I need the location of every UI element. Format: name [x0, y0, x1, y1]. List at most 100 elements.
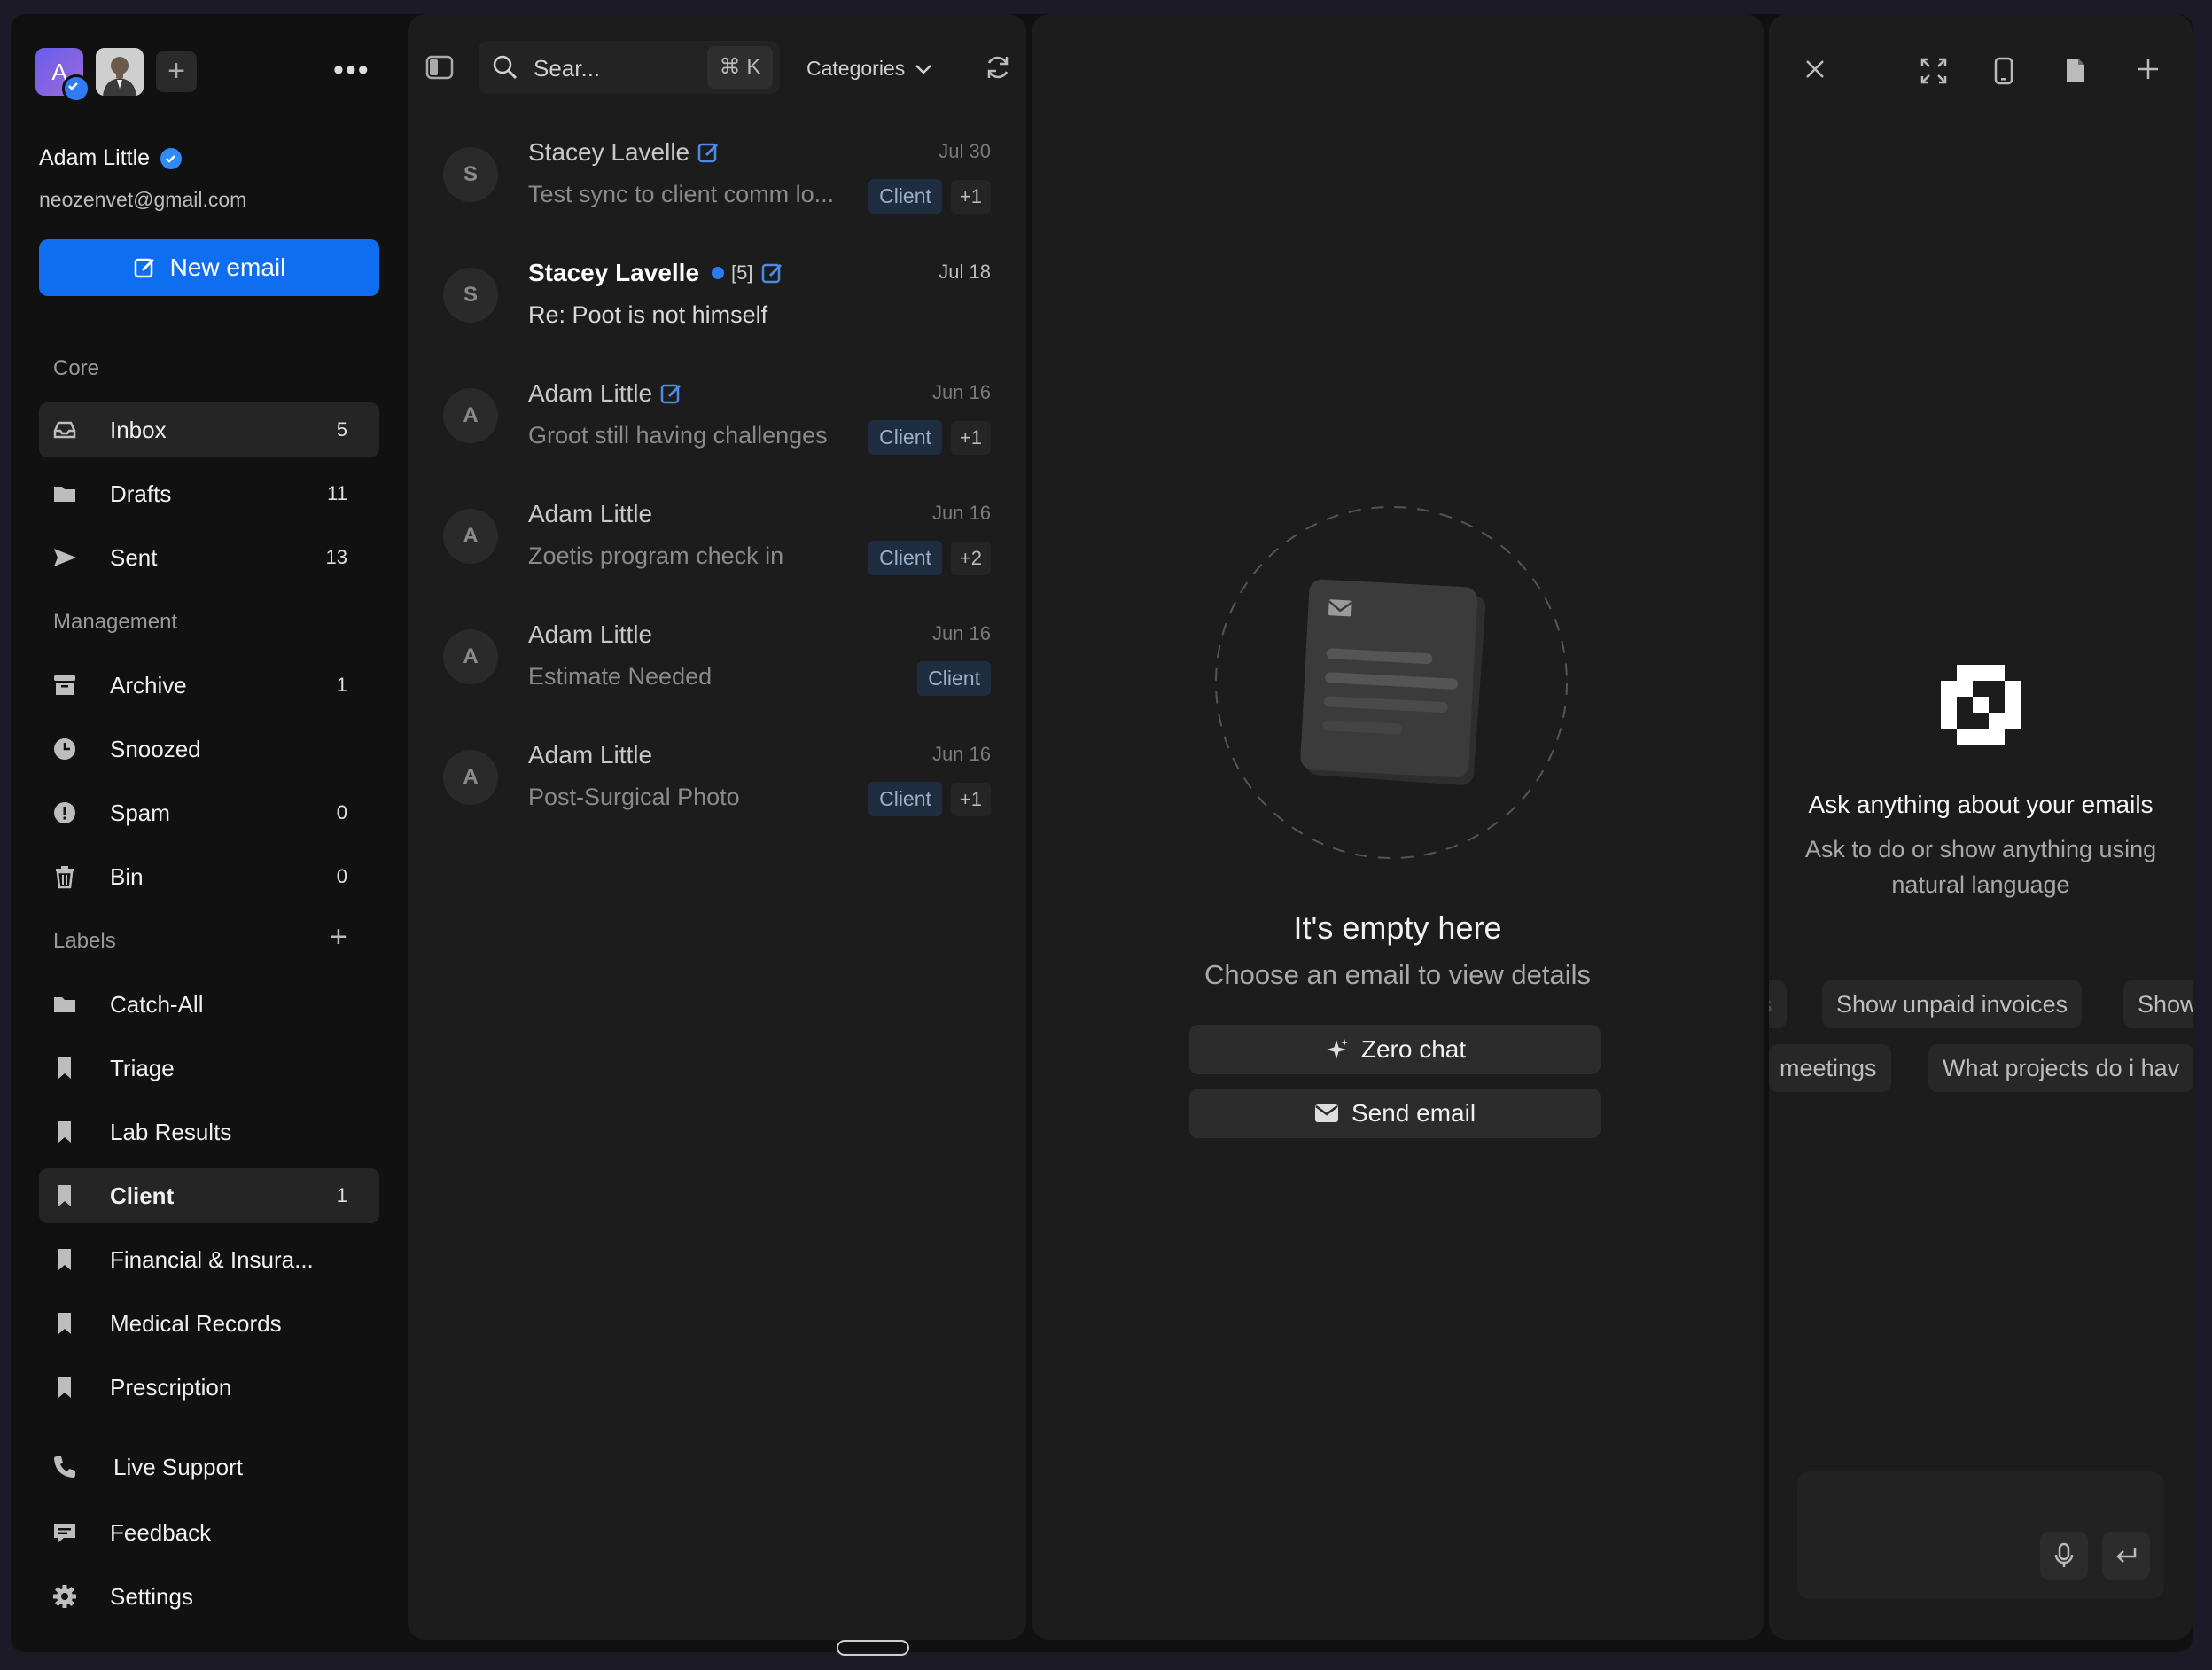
zero-chat-button[interactable]: Zero chat — [1189, 1025, 1601, 1074]
nav-item-prescription[interactable]: Prescription — [39, 1360, 379, 1415]
email-row[interactable]: A Adam Little Jun 16 Zoetis program chec… — [408, 480, 1026, 596]
sparkle-icon — [1326, 1039, 1348, 1059]
add-label-button[interactable]: + — [330, 920, 347, 955]
inbox-icon — [53, 421, 76, 439]
email-date: Jun 16 — [931, 381, 991, 403]
email-row[interactable]: S Stacey Lavelle Jul 30 Test sync to cli… — [408, 119, 1026, 234]
sender-name-row: Stacey Lavelle — [528, 138, 721, 167]
list-toolbar: Sear... ⌘ K Categories — [408, 14, 1026, 94]
new-chat-icon[interactable] — [2136, 57, 2161, 82]
send-email-label: Send email — [1351, 1099, 1476, 1127]
nav-item-settings[interactable]: Settings — [39, 1569, 379, 1624]
unread-dot-icon — [712, 267, 725, 279]
active-check-icon — [62, 74, 90, 103]
email-row[interactable]: A Adam Little Jun 16 Post-Surgical Photo… — [408, 722, 1026, 837]
nav-label: Inbox — [110, 416, 167, 443]
email-list-panel: Sear... ⌘ K Categories S Stacey Lavelle … — [408, 14, 1026, 1640]
sender-name: Adam Little — [528, 741, 653, 769]
suggestion-chip[interactable]: Show unpaid invoices — [1822, 980, 2083, 1028]
new-email-label: New email — [169, 254, 286, 281]
section-labels: Labels — [53, 929, 116, 953]
sender-name: Adam Little — [528, 379, 653, 407]
nav-item-financial-insurance[interactable]: Financial & Insura... — [39, 1232, 379, 1287]
mobile-view-icon[interactable] — [1994, 57, 2013, 85]
nav-label: Sent — [110, 543, 158, 571]
sender-name: Stacey Lavelle — [528, 138, 690, 166]
nav-count: 13 — [325, 546, 347, 568]
tag-more: +1 — [950, 179, 991, 214]
email-subject: Re: Poot is not himself — [528, 301, 768, 328]
zero-chat-label: Zero chat — [1360, 1035, 1467, 1063]
nav-count: 1 — [336, 1184, 347, 1206]
chat-input[interactable] — [1797, 1471, 2164, 1599]
nav-label: Triage — [110, 1054, 175, 1081]
nav-item-drafts[interactable]: Drafts 11 — [39, 466, 379, 521]
email-detail-panel: It's empty here Choose an email to view … — [1032, 14, 1764, 1640]
phone-icon — [54, 1456, 75, 1478]
nav-count: 5 — [336, 418, 347, 441]
second-account-avatar[interactable] — [96, 48, 144, 96]
edit-icon — [660, 384, 682, 404]
new-email-button[interactable]: New email — [39, 239, 379, 296]
search-icon — [493, 55, 518, 80]
email-subject: Test sync to client comm lo... — [528, 181, 835, 207]
tag-client: Client — [868, 179, 942, 214]
account-avatar[interactable]: A — [35, 48, 90, 103]
toggle-sidebar-icon[interactable] — [425, 55, 454, 80]
nav-item-feedback[interactable]: Feedback — [39, 1505, 379, 1560]
microphone-button[interactable] — [2040, 1532, 2088, 1580]
nav-label: Prescription — [110, 1373, 232, 1401]
nav-item-live-support[interactable]: Live Support — [39, 1440, 379, 1494]
close-icon[interactable] — [1803, 57, 1827, 82]
nav-item-sent[interactable]: Sent 13 — [39, 530, 379, 585]
email-date: Jul 18 — [939, 261, 991, 283]
suggestion-chip-partial[interactable]: s — [1769, 980, 1787, 1028]
nav-item-archive[interactable]: Archive 1 — [39, 658, 379, 713]
send-message-button[interactable] — [2102, 1532, 2150, 1580]
email-row[interactable]: S Stacey Lavelle [5] Jul 18 Re: Poot is … — [408, 239, 1026, 355]
search-input[interactable]: Sear... ⌘ K — [479, 41, 780, 94]
nav-label: Lab Results — [110, 1118, 232, 1145]
suggestion-chip[interactable]: Show — [2123, 980, 2193, 1028]
categories-dropdown[interactable]: Categories — [806, 57, 933, 81]
app-window: A + ••• Adam Little neozenvet@gmail.com … — [11, 14, 2193, 1652]
bookmark-icon — [58, 1057, 71, 1079]
nav-item-inbox[interactable]: Inbox 5 — [39, 402, 379, 457]
nav-item-client[interactable]: Client 1 — [39, 1168, 379, 1223]
email-tags: Client +2 — [868, 541, 991, 575]
nav-label: Archive — [110, 671, 187, 698]
send-email-button[interactable]: Send email — [1189, 1089, 1601, 1138]
add-account-button[interactable]: + — [156, 51, 197, 92]
fullscreen-icon[interactable] — [1920, 57, 1948, 85]
email-row[interactable]: A Adam Little Jun 16 Estimate Needed Cli… — [408, 601, 1026, 716]
suggestion-chip[interactable]: What projects do i hav — [1928, 1044, 2193, 1092]
sender-name-row: Adam Little — [528, 620, 652, 649]
document-icon[interactable] — [2065, 57, 2086, 83]
nav-item-triage[interactable]: Triage — [39, 1041, 379, 1096]
resize-handle[interactable] — [837, 1640, 909, 1656]
nav-item-medical-records[interactable]: Medical Records — [39, 1296, 379, 1351]
nav-item-spam[interactable]: Spam 0 — [39, 785, 379, 840]
nav-count: 0 — [336, 801, 347, 823]
sender-name: Adam Little — [528, 500, 653, 527]
nav-item-snoozed[interactable]: Snoozed — [39, 722, 379, 776]
user-name-row: Adam Little — [39, 145, 183, 171]
refresh-icon[interactable] — [984, 53, 1012, 82]
sender-avatar: A — [443, 388, 498, 443]
folder-icon — [54, 997, 75, 1012]
categories-label: Categories — [806, 57, 906, 80]
empty-state-title: It's empty here — [1293, 909, 1502, 946]
email-row[interactable]: A Adam Little Jun 16 Groot still having … — [408, 360, 1026, 475]
edit-icon — [697, 143, 719, 163]
sender-name-row: Adam Little — [528, 500, 652, 528]
suggestion-chip[interactable]: meetings — [1769, 1044, 1891, 1092]
nav-item-lab-results[interactable]: Lab Results — [39, 1104, 379, 1159]
nav-item-bin[interactable]: Bin 0 — [39, 849, 379, 904]
search-placeholder: Sear... — [534, 55, 601, 82]
email-subject: Estimate Needed — [528, 663, 713, 690]
nav-label: Feedback — [110, 1518, 212, 1546]
more-options-icon[interactable]: ••• — [333, 55, 372, 85]
section-core: Core — [53, 356, 100, 380]
nav-item-catch-all[interactable]: Catch-All — [39, 977, 379, 1032]
tag-client: Client — [868, 782, 942, 816]
